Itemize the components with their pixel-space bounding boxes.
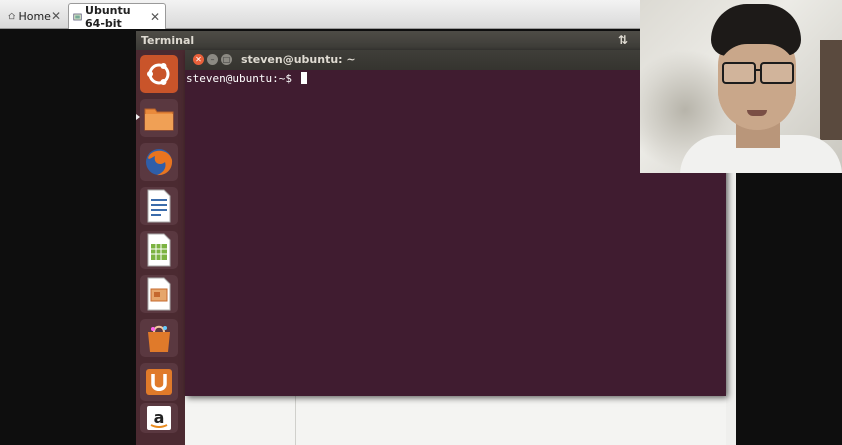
firefox-icon <box>146 149 173 176</box>
home-icon <box>8 12 16 20</box>
maximize-icon[interactable]: □ <box>221 54 232 65</box>
ubuntu-logo-icon <box>147 63 170 85</box>
divider <box>295 396 296 445</box>
minimize-icon[interactable]: – <box>207 54 218 65</box>
desktop-edge <box>726 172 736 445</box>
svg-text:a: a <box>154 408 165 427</box>
folder-icon <box>144 108 174 131</box>
vm-icon <box>73 13 82 20</box>
launcher-item-amazon[interactable]: a <box>140 403 178 433</box>
terminal-title: steven@ubuntu: ~ <box>241 53 356 66</box>
ubuntu-top-panel: Terminal ⇅ <box>136 31 641 50</box>
launcher-item-libreoffice-impress[interactable] <box>140 275 178 313</box>
webcam-shelf <box>820 40 842 140</box>
tab-ubuntu-64-bit[interactable]: Ubuntu 64-bit ✕ <box>68 3 166 30</box>
launcher-item-files[interactable] <box>140 99 178 137</box>
panel-app-title: Terminal <box>141 34 195 47</box>
writer-icon <box>147 189 171 223</box>
tab-home-label: Home <box>18 9 51 23</box>
webcam-glasses-right <box>760 62 794 84</box>
bag-icon <box>148 325 170 352</box>
unity-launcher: a <box>136 50 185 445</box>
terminal-prompt-line[interactable]: steven@ubuntu:~$ <box>186 72 307 85</box>
close-icon[interactable]: ✕ <box>51 10 61 22</box>
terminal-prompt: steven@ubuntu:~$ <box>186 72 299 85</box>
network-arrows-icon[interactable]: ⇅ <box>618 33 628 47</box>
close-icon[interactable]: ✕ <box>150 11 160 23</box>
text-cursor <box>300 72 307 84</box>
tab-home[interactable]: Home ✕ <box>4 4 66 28</box>
impress-icon <box>147 277 171 311</box>
launcher-item-libreoffice-writer[interactable] <box>140 187 178 225</box>
tab-ubuntu-label: Ubuntu 64-bit <box>85 3 131 30</box>
launcher-item-software-center[interactable] <box>140 319 178 357</box>
launcher-item-ubuntu-one[interactable] <box>140 363 178 401</box>
webcam-overlay <box>640 0 842 173</box>
launcher-item-libreoffice-calc[interactable] <box>140 231 178 269</box>
launcher-item-dash-home[interactable] <box>140 55 178 93</box>
webcam-face-front <box>718 44 796 130</box>
webcam-mouth <box>747 110 767 116</box>
webcam-glasses-left <box>722 62 756 84</box>
desktop-area <box>185 396 735 445</box>
ubuntu-one-icon <box>146 369 172 395</box>
close-icon[interactable]: ✕ <box>193 54 204 65</box>
webcam-glasses-bridge <box>754 69 762 71</box>
launcher-item-firefox[interactable] <box>140 143 178 181</box>
amazon-icon: a <box>147 406 171 430</box>
calc-icon <box>147 233 171 267</box>
